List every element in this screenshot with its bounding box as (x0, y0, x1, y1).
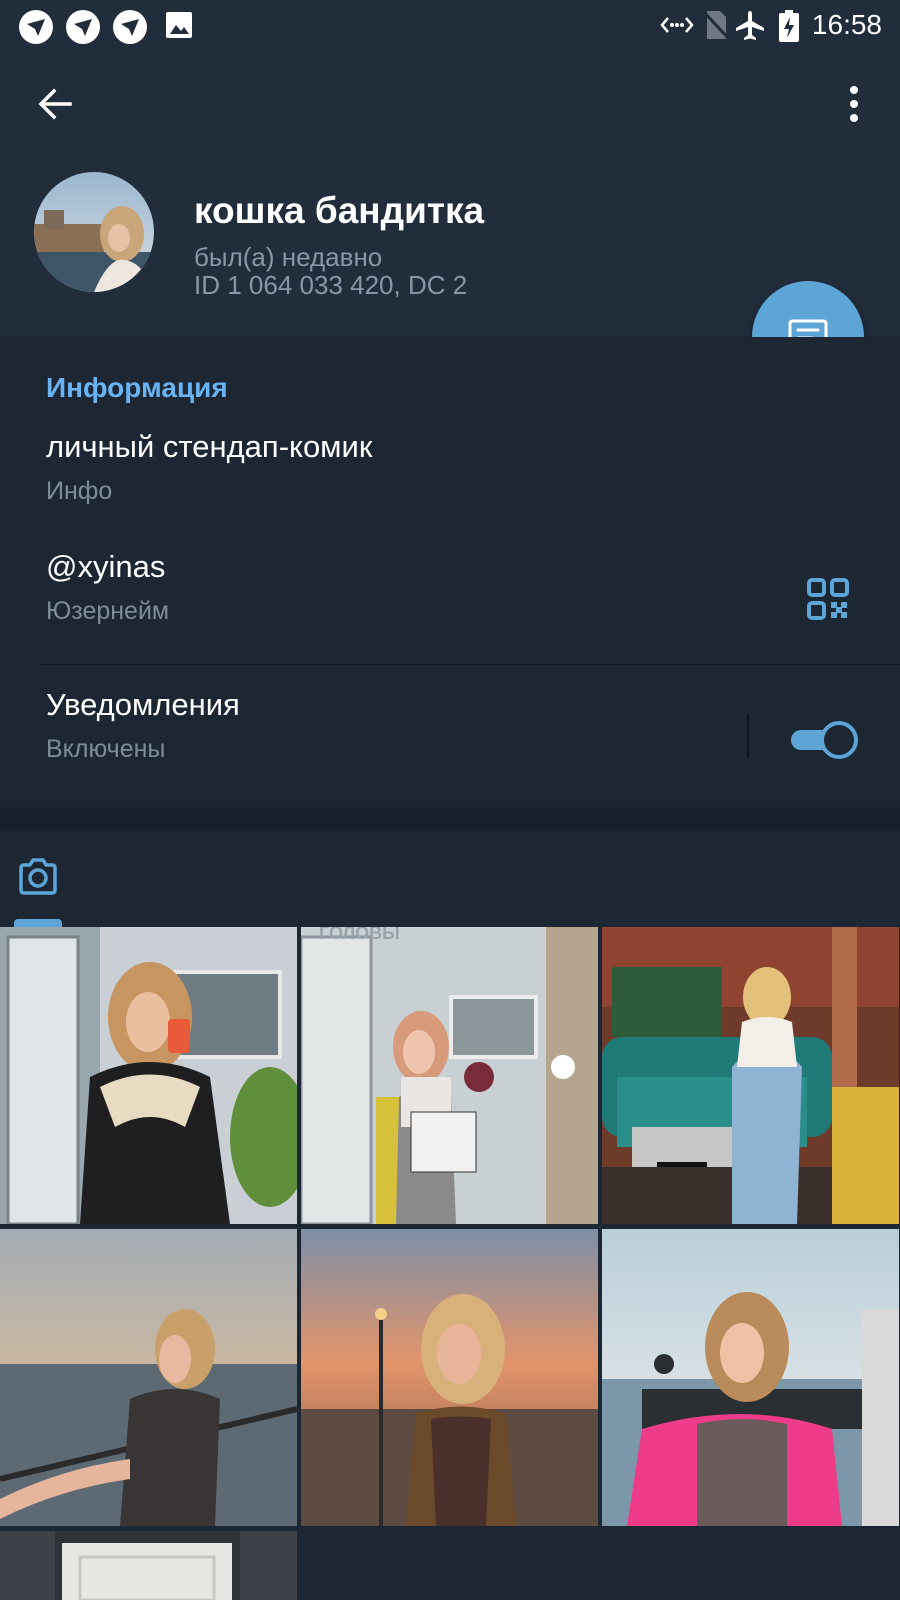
photo-thumbnail[interactable] (301, 1229, 598, 1526)
photo-thumbnail[interactable] (0, 1531, 297, 1600)
app-notification-icon (113, 10, 147, 44)
toggle-knob (820, 721, 858, 759)
profile-name: кошка бандитка (194, 190, 485, 231)
more-menu-icon[interactable] (834, 82, 874, 126)
section-title-info: Информация (46, 372, 228, 403)
camera-icon[interactable] (16, 857, 60, 897)
qr-code-icon[interactable] (806, 577, 850, 621)
photo-thumbnail[interactable] (0, 1229, 297, 1526)
photo-caption-fragment: ГОЛОВЫ (319, 927, 400, 943)
no-sim-icon (703, 10, 729, 40)
info-section: Информация личный стендап-комик Инфо @xy… (0, 337, 900, 807)
row-divider (40, 664, 900, 665)
status-bar: 16:58 (0, 0, 900, 52)
data-transfer-icon (660, 17, 694, 33)
username-text[interactable]: @xyinas (46, 549, 165, 585)
battery-charging-icon (779, 10, 799, 42)
photo-thumbnail[interactable]: ГОЛОВЫ (301, 927, 598, 1224)
bio-text[interactable]: личный стендап-комик (46, 429, 372, 465)
photo-thumbnail[interactable] (0, 927, 297, 1224)
app-notification-icon (66, 10, 100, 44)
photo-thumbnail[interactable] (602, 927, 899, 1224)
last-seen-status: был(а) недавно (194, 242, 383, 272)
airplane-mode-icon (736, 11, 764, 40)
profile-header: кошка бандитка был(а) недавно ID 1 064 0… (0, 52, 900, 336)
bio-label: Инфо (46, 477, 113, 505)
notifications-label[interactable]: Уведомления (46, 687, 240, 723)
notifications-status: Включены (46, 735, 166, 763)
section-gap (0, 807, 900, 831)
user-id: ID 1 064 033 420, DC 2 (194, 270, 468, 300)
photo-grid: ГОЛОВЫ (0, 927, 900, 1600)
photo-thumbnail[interactable] (602, 1229, 899, 1526)
vertical-divider (747, 714, 749, 758)
back-arrow-icon[interactable] (34, 82, 78, 126)
status-time: 16:58 (811, 9, 882, 40)
avatar[interactable] (34, 172, 154, 292)
username-label: Юзернейм (46, 597, 170, 625)
media-tabs (0, 831, 900, 927)
tab-indicator (14, 919, 62, 927)
app-notification-icon (19, 10, 53, 44)
notifications-toggle[interactable] (788, 720, 858, 759)
image-icon (166, 12, 192, 38)
